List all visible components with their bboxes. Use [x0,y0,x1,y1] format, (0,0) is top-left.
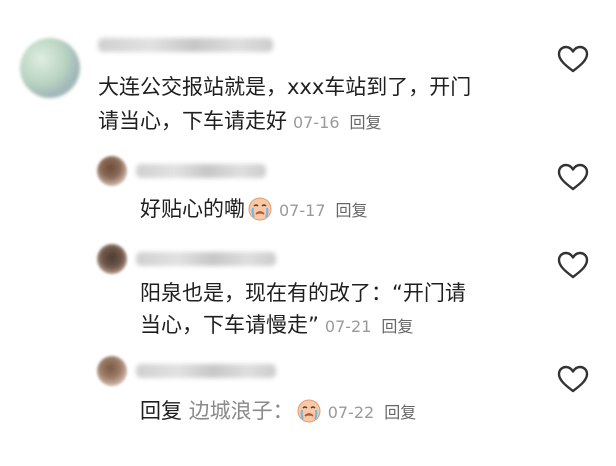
crying-face-icon [248,197,272,221]
reply-date: 07-17 [279,201,326,220]
comment-date: 07-16 [293,113,340,132]
reply-button[interactable]: 回复 [350,113,382,132]
comment-item: 大连公交报站就是，xxx车站到了，开门 请当心，下车请走好 07-16 回复 [0,0,616,150]
like-button[interactable] [556,162,590,192]
reply-text-line-2: 当心，下车请慢走” 07-21 回复 [140,310,413,342]
username-blurred[interactable] [136,164,266,178]
heart-outline-icon [557,365,589,393]
reply-button[interactable]: 回复 [384,403,416,422]
avatar[interactable] [97,156,127,186]
reply-item: 阳泉也是，现在有的改了：“开门请 当心，下车请慢走” 07-21 回复 [0,236,616,348]
like-button[interactable] [556,44,590,74]
reply-button[interactable]: 回复 [336,201,368,220]
reply-item: 好贴心的嘞 07-17 回复 [0,150,616,230]
comment-text: 大连公交报站就是，xxx车站到了，开门 [98,72,471,102]
comment-line-2: 请当心，下车请走好 [98,109,287,133]
avatar[interactable] [97,244,127,274]
like-button[interactable] [556,250,590,280]
heart-outline-icon [557,251,589,279]
reply-content: 好贴心的嘞 [140,197,245,221]
reply-button[interactable]: 回复 [381,317,413,336]
reply-item: 回复 边城浪子： 07-22 回复 [0,348,616,466]
reply-to-username[interactable]: 边城浪子： [189,399,294,423]
heart-outline-icon [557,45,589,73]
username-blurred[interactable] [136,252,276,266]
reply-date: 07-21 [324,317,372,336]
username-blurred[interactable] [98,38,273,52]
heart-outline-icon [557,163,589,191]
reply-text: 好贴心的嘞 07-17 回复 [140,194,368,226]
username-blurred[interactable] [136,364,276,378]
reply-prefix: 回复 [140,399,182,423]
reply-line-2: 当心，下车请慢走” [140,313,319,337]
comment-line-1: 大连公交报站就是，xxx车站到了，开门 [98,75,472,99]
avatar[interactable] [20,38,80,98]
like-button[interactable] [556,364,590,394]
reply-line-1: 阳泉也是，现在有的改了：“开门请 [140,281,466,305]
reply-text: 回复 边城浪子： 07-22 回复 [140,396,416,428]
comment-text-line-2: 请当心，下车请走好 07-16 回复 [98,106,382,138]
reply-date: 07-22 [327,403,375,422]
crying-face-icon [297,399,321,423]
reply-text: 阳泉也是，现在有的改了：“开门请 [140,278,466,308]
avatar[interactable] [97,356,127,386]
